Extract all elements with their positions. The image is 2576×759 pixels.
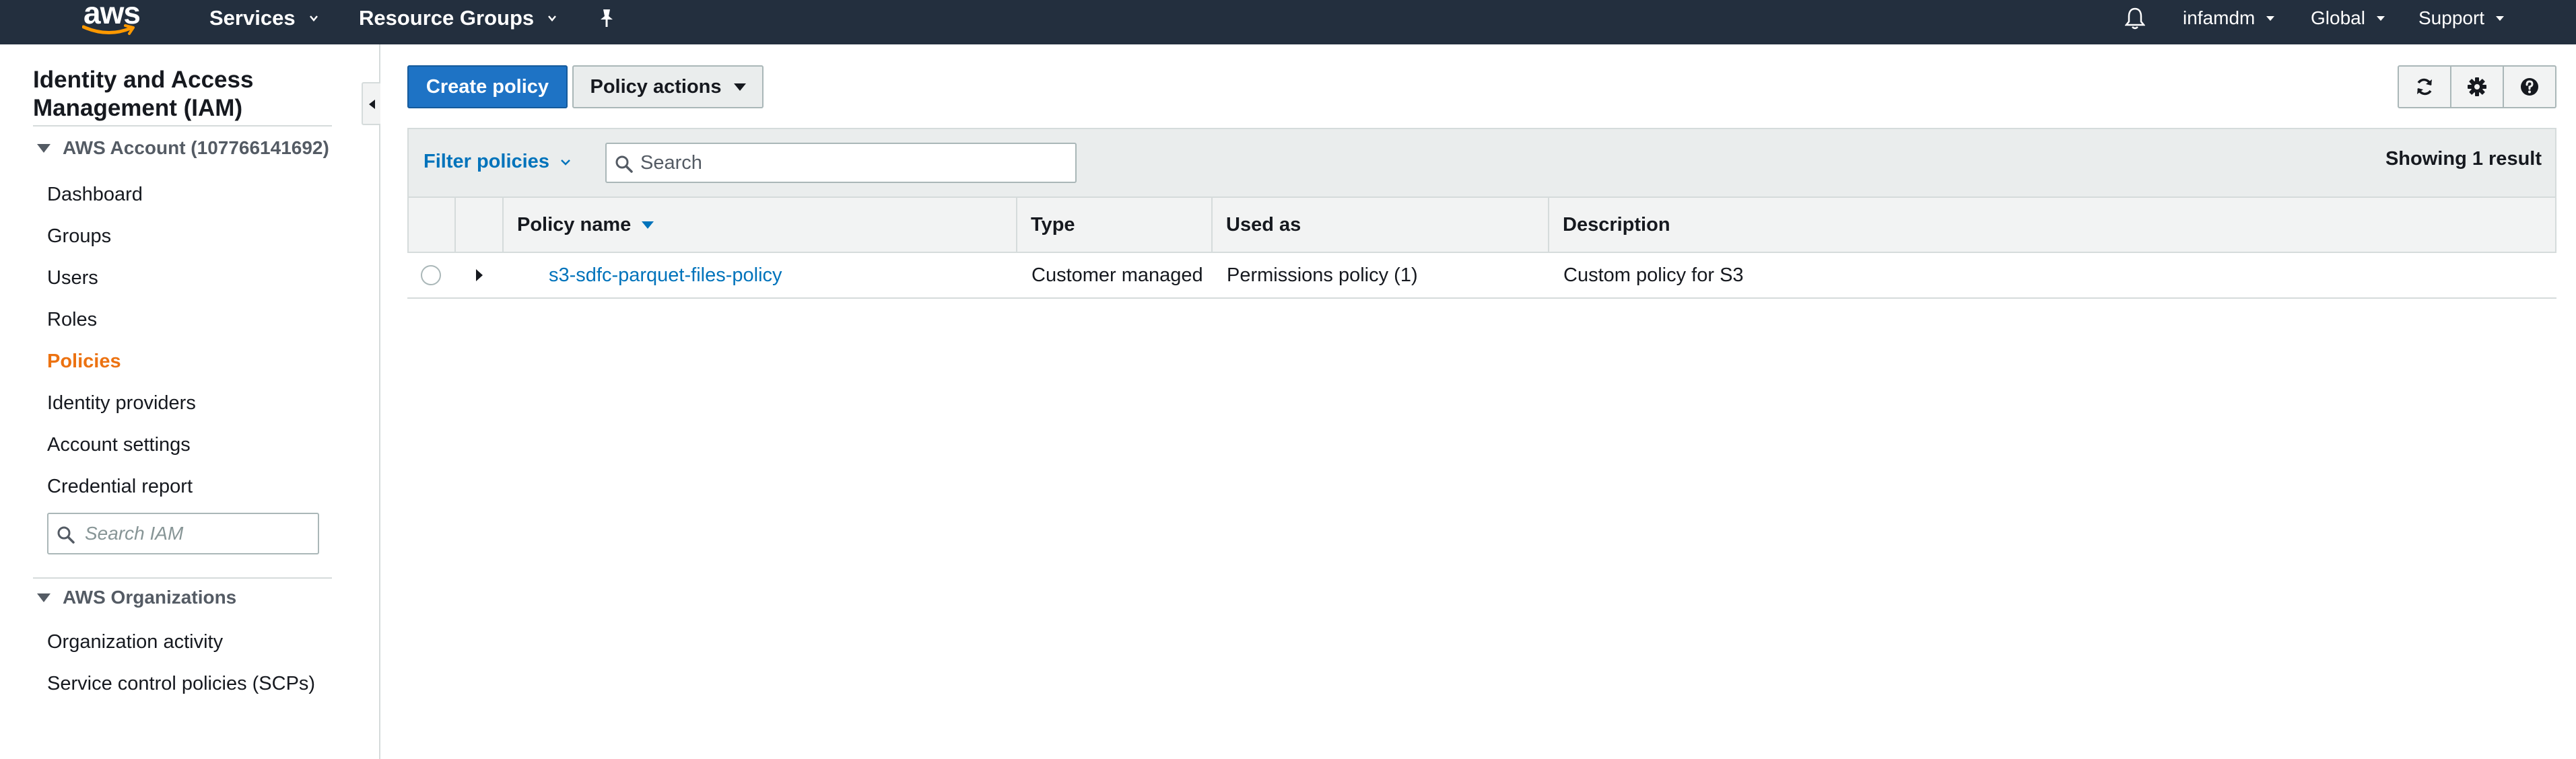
row-expand-button[interactable]	[476, 253, 483, 297]
sidebar-title: Identity and Access Management (IAM)	[33, 67, 254, 121]
user-name: infamdm	[2183, 7, 2256, 28]
table-utility-buttons	[2398, 65, 2556, 108]
filter-policies-dropdown[interactable]: Filter policies	[423, 151, 571, 173]
support-menu[interactable]: Support	[2418, 0, 2505, 36]
aws-organizations-section-toggle[interactable]: AWS Organizations	[37, 587, 236, 608]
caret-down-icon	[2495, 13, 2505, 23]
column-header-label: Policy name	[517, 213, 632, 236]
search-icon	[615, 155, 633, 173]
policy-name-link[interactable]: s3-sdfc-parquet-files-policy	[549, 253, 782, 297]
select-column-header	[409, 198, 456, 252]
aws-account-section-toggle[interactable]: AWS Account (107766141692)	[37, 137, 329, 159]
bell-icon	[2125, 7, 2145, 30]
policy-actions-label: Policy actions	[590, 75, 722, 98]
radio-button[interactable]	[421, 265, 441, 285]
create-policy-button[interactable]: Create policy	[407, 65, 568, 108]
caret-down-icon	[37, 143, 50, 153]
aws-logo[interactable]: aws	[79, 0, 141, 36]
pin-icon	[601, 9, 613, 27]
sidebar-item-users[interactable]: Users	[47, 264, 98, 291]
column-header-policy-name[interactable]: Policy name	[504, 198, 1017, 252]
sidebar-item-roles[interactable]: Roles	[47, 306, 97, 333]
chevron-down-icon	[547, 13, 557, 23]
gear-icon	[2468, 77, 2486, 96]
sidebar-divider	[33, 577, 332, 579]
policy-description-cell: Custom policy for S3	[1563, 264, 1744, 286]
chevron-down-icon	[309, 13, 318, 23]
sidebar-item-service-control-policies[interactable]: Service control policies (SCPs)	[47, 670, 315, 697]
policy-search-field	[605, 143, 1077, 183]
column-header-type[interactable]: Type	[1017, 198, 1213, 252]
sidebar-item-account-settings[interactable]: Account settings	[47, 431, 191, 458]
policy-search-input[interactable]	[640, 144, 1064, 182]
table-row[interactable]: s3-sdfc-parquet-files-policy Customer ma…	[407, 253, 2556, 299]
expand-column-header	[456, 198, 504, 252]
user-menu[interactable]: infamdm	[2183, 0, 2275, 36]
sidebar-item-groups[interactable]: Groups	[47, 223, 111, 250]
column-header-label: Type	[1031, 213, 1075, 236]
column-header-label: Used as	[1226, 213, 1301, 236]
refresh-icon	[2417, 78, 2432, 96]
settings-button[interactable]	[2451, 67, 2504, 107]
collapse-sidebar-button[interactable]	[362, 82, 380, 125]
help-icon	[2521, 78, 2538, 96]
region-label: Global	[2311, 7, 2365, 28]
search-iam-input[interactable]	[85, 514, 314, 553]
sidebar-item-identity-providers[interactable]: Identity providers	[47, 390, 196, 417]
resource-groups-label: Resource Groups	[359, 6, 535, 30]
search-icon	[57, 526, 75, 544]
services-menu[interactable]: Services	[209, 0, 318, 36]
sidebar-item-credential-report[interactable]: Credential report	[47, 473, 193, 500]
caret-left-icon	[369, 100, 375, 109]
sidebar-item-dashboard[interactable]: Dashboard	[47, 181, 143, 208]
caret-down-icon	[733, 83, 746, 91]
column-header-label: Description	[1563, 213, 1670, 236]
aws-smile-icon	[82, 24, 135, 35]
sidebar-divider	[33, 125, 332, 126]
row-select-radio[interactable]	[421, 253, 441, 297]
result-count: Showing 1 result	[2385, 148, 2542, 170]
support-label: Support	[2418, 7, 2485, 28]
pin-button[interactable]	[598, 0, 615, 36]
top-navigation-bar: aws Services Resource Groups infamdm Glo…	[0, 0, 2576, 44]
column-header-description[interactable]: Description	[1549, 198, 2555, 252]
help-button[interactable]	[2504, 67, 2555, 107]
caret-down-icon	[37, 593, 50, 602]
table-header: Policy name Type Used as Description	[407, 196, 2556, 253]
refresh-button[interactable]	[2399, 67, 2451, 107]
search-iam-field	[47, 513, 319, 554]
policies-table: Policy name Type Used as Description s3-…	[407, 196, 2556, 299]
filter-policies-label: Filter policies	[423, 151, 549, 172]
filter-bar: Filter policies Showing 1 result	[407, 128, 2556, 196]
caret-right-icon	[476, 269, 483, 281]
resource-groups-menu[interactable]: Resource Groups	[359, 0, 557, 36]
iam-sidebar: Identity and Access Management (IAM) AWS…	[0, 44, 380, 759]
region-menu[interactable]: Global	[2311, 0, 2385, 36]
caret-down-icon	[2376, 13, 2385, 23]
aws-account-label: AWS Account (107766141692)	[63, 137, 329, 158]
services-label: Services	[209, 6, 296, 30]
column-header-used-as[interactable]: Used as	[1213, 198, 1549, 252]
policy-used-as-cell: Permissions policy (1)	[1227, 264, 1418, 286]
aws-organizations-label: AWS Organizations	[63, 587, 237, 608]
policy-actions-button[interactable]: Policy actions	[572, 65, 764, 108]
sidebar-item-policies[interactable]: Policies	[47, 348, 121, 375]
chevron-down-icon	[561, 159, 570, 166]
policy-type-cell: Customer managed	[1031, 264, 1203, 286]
notifications-button[interactable]	[2125, 0, 2145, 36]
caret-down-icon	[2266, 13, 2275, 23]
sort-descending-icon	[642, 221, 654, 229]
sidebar-item-organization-activity[interactable]: Organization activity	[47, 628, 223, 655]
